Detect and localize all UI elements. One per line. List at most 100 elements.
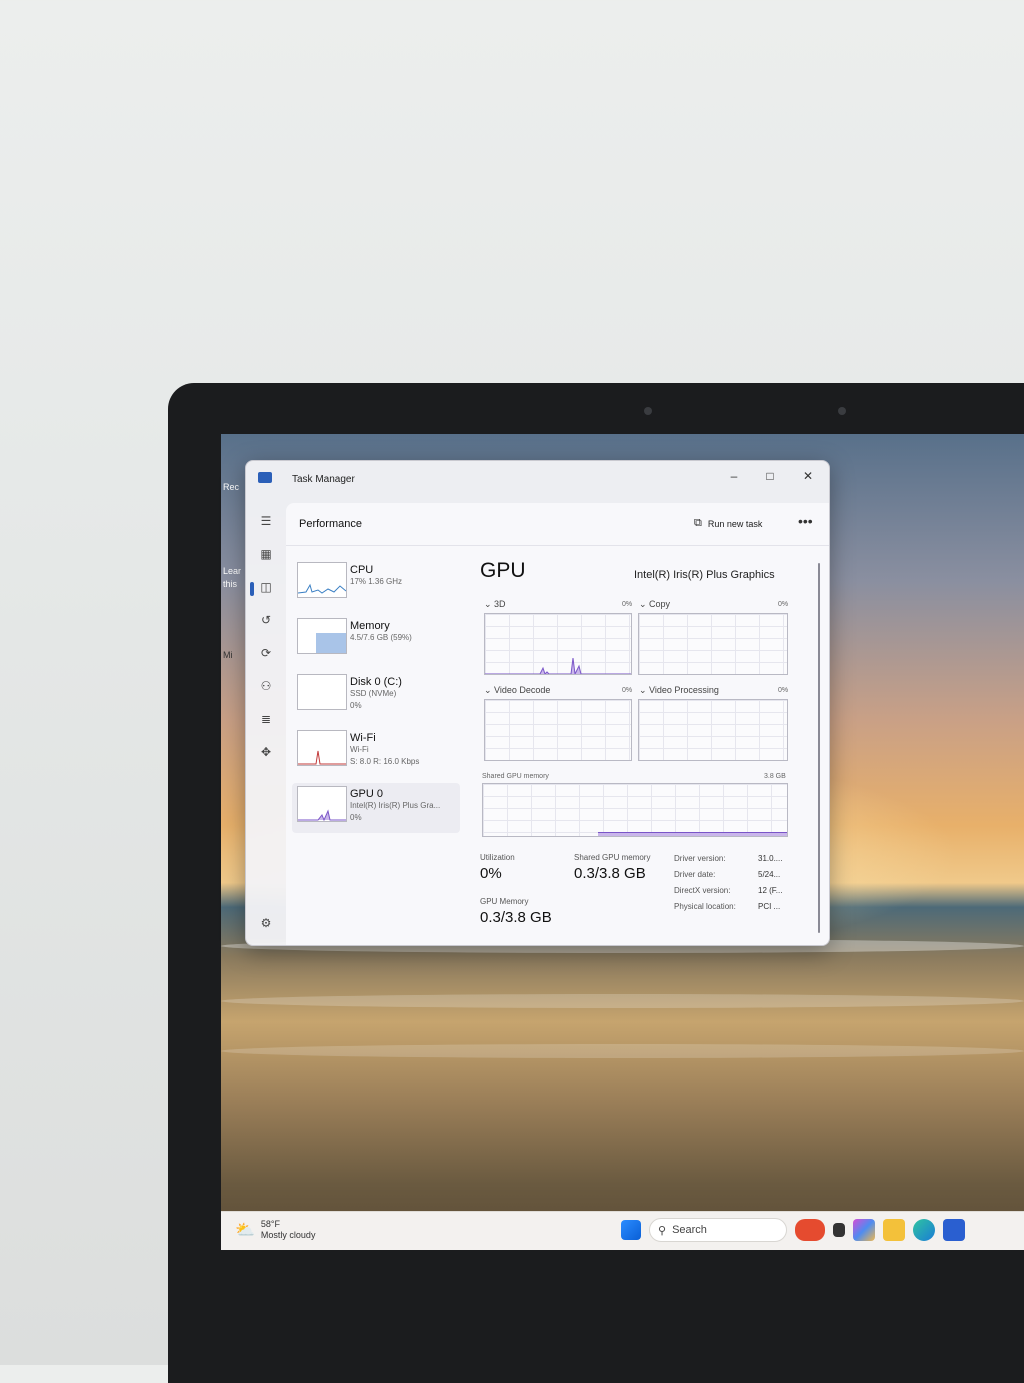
physical-location-value: PCI ...	[758, 902, 781, 911]
engine-copy-graph	[638, 613, 788, 675]
engine-3d-label[interactable]: ⌄ 3D	[484, 599, 506, 610]
driver-version-label: Driver version:	[674, 854, 726, 863]
title-bar[interactable]: Task Manager – □ ✕	[246, 461, 829, 503]
gpu-model-name: Intel(R) Iris(R) Plus Graphics	[634, 569, 775, 581]
close-button[interactable]: ✕	[790, 465, 826, 487]
details-icon[interactable]: ≣	[258, 711, 274, 727]
scrollbar[interactable]	[818, 563, 820, 933]
camera-sensor	[644, 407, 652, 415]
memory-thumbnail	[297, 618, 347, 654]
detail-title: GPU	[480, 559, 526, 582]
device-name: Disk 0 (C:)	[350, 676, 402, 688]
engine-3d-trace	[485, 657, 631, 676]
driver-date-value: 5/24...	[758, 870, 781, 879]
camera-lens	[838, 407, 846, 415]
performance-pane: Performance ⧉ Run new task ••• CPU 17% 1…	[286, 503, 829, 945]
engine-video-processing-label[interactable]: ⌄ Video Processing	[639, 685, 719, 696]
run-new-task-button[interactable]: ⧉ Run new task	[694, 517, 762, 530]
engine-video-decode-pct: 0%	[622, 687, 633, 694]
shared-mem-label: Shared GPU memory	[574, 853, 651, 862]
directx-version-value: 12 (F...	[758, 886, 783, 895]
device-stat: SSD (NVMe)	[350, 689, 397, 698]
device-stat: Wi-Fi	[350, 745, 369, 754]
file-explorer-icon[interactable]	[883, 1219, 905, 1241]
chili-widget-icon[interactable]	[795, 1219, 825, 1241]
device-stat: Intel(R) Iris(R) Plus Gra...	[350, 801, 441, 810]
device-stat: 4.5/7.6 GB (59%)	[350, 633, 412, 642]
device-item-cpu[interactable]: CPU 17% 1.36 GHz	[292, 559, 460, 609]
wallpaper-wave	[221, 1044, 1024, 1058]
device-name: CPU	[350, 564, 374, 576]
run-new-task-label: Run new task	[707, 518, 763, 529]
device-list: CPU 17% 1.36 GHz Memory 4.5/7.6 GB (59%)…	[292, 559, 460, 839]
engine-3d-graph	[484, 613, 632, 676]
disk-thumbnail	[297, 674, 347, 710]
engine-video-processing-graph	[638, 699, 788, 761]
more-options-button[interactable]: •••	[798, 513, 813, 529]
shared-mem-value: 0.3/3.8 GB	[574, 865, 646, 882]
engine-copy-pct: 0%	[778, 601, 789, 608]
taskbar: ⛅ 58°F Mostly cloudy ⚲ Search	[221, 1211, 1024, 1250]
page-title: Performance	[299, 518, 362, 530]
gpu-memory-label: GPU Memory	[480, 897, 529, 906]
performance-icon[interactable]: ◫	[258, 579, 274, 595]
engine-label-text: Copy	[649, 599, 671, 609]
users-icon[interactable]: ⚇	[258, 678, 274, 694]
desktop-icon-learn-label2[interactable]: this	[223, 579, 237, 589]
directx-version-label: DirectX version:	[674, 886, 731, 895]
hamburger-menu-icon[interactable]: ☰	[258, 513, 274, 529]
app-history-icon[interactable]: ↺	[258, 612, 274, 628]
start-icon[interactable]	[621, 1220, 641, 1240]
wallpaper-wave	[221, 994, 1024, 1008]
desktop-icon-edge-label[interactable]: Mi	[223, 650, 233, 660]
shared-memory-graph-max: 3.8 GB	[764, 773, 786, 780]
device-name: Memory	[350, 620, 390, 632]
utilization-value: 0%	[480, 865, 502, 882]
desktop-icon-learn-label[interactable]: Lear	[223, 566, 241, 576]
maximize-button[interactable]: □	[752, 465, 788, 487]
minimize-button[interactable]: –	[716, 465, 752, 487]
engine-3d-pct: 0%	[622, 601, 633, 608]
services-icon[interactable]: ✥	[258, 744, 274, 760]
engine-label-text: Video Decode	[494, 685, 551, 695]
engine-video-decode-label[interactable]: ⌄ Video Decode	[484, 685, 550, 696]
engine-video-decode-graph	[484, 699, 632, 761]
startup-apps-icon[interactable]: ⟳	[258, 645, 274, 661]
engine-copy-label[interactable]: ⌄ Copy	[639, 599, 670, 610]
nav-rail: ☰ ▦ ◫ ↺ ⟳ ⚇ ≣ ✥ ⚙	[246, 503, 286, 943]
run-task-icon: ⧉	[694, 517, 702, 529]
utilization-label: Utilization	[480, 853, 515, 862]
desktop-icon-recycle-bin[interactable]: Rec	[223, 482, 239, 492]
processes-icon[interactable]: ▦	[258, 546, 274, 562]
shared-memory-graph-label: Shared GPU memory	[482, 773, 549, 780]
copilot-icon[interactable]	[853, 1219, 875, 1241]
page-header: Performance ⧉ Run new task •••	[286, 503, 829, 546]
device-item-memory[interactable]: Memory 4.5/7.6 GB (59%)	[292, 615, 460, 665]
driver-version-value: 31.0....	[758, 854, 783, 863]
cpu-thumbnail	[297, 562, 347, 598]
device-item-wifi[interactable]: Wi-Fi Wi-Fi S: 8.0 R: 16.0 Kbps	[292, 727, 460, 777]
memory-fill	[316, 633, 346, 653]
task-manager-window: Task Manager – □ ✕ ☰ ▦ ◫ ↺ ⟳ ⚇ ≣ ✥ ⚙ Per…	[245, 460, 830, 946]
wifi-thumbnail	[297, 730, 347, 766]
search-icon: ⚲	[658, 1224, 667, 1237]
device-item-disk[interactable]: Disk 0 (C:) SSD (NVMe) 0%	[292, 671, 460, 721]
driver-date-label: Driver date:	[674, 870, 716, 879]
device-item-gpu[interactable]: GPU 0 Intel(R) Iris(R) Plus Gra... 0%	[292, 783, 460, 833]
physical-location-label: Physical location:	[674, 902, 736, 911]
device-stat-2: S: 8.0 R: 16.0 Kbps	[350, 757, 420, 766]
weather-temp: 58°F	[260, 1219, 281, 1229]
device-name: Wi-Fi	[350, 732, 376, 744]
nav-selected-indicator	[250, 582, 254, 596]
engine-label-text: Video Processing	[649, 685, 719, 695]
weather-widget[interactable]: ⛅ 58°F Mostly cloudy	[235, 1219, 315, 1241]
engine-label-text: 3D	[494, 599, 506, 609]
store-icon[interactable]	[943, 1219, 965, 1241]
task-view-icon[interactable]	[833, 1223, 845, 1237]
taskbar-search[interactable]: ⚲ Search	[649, 1218, 787, 1242]
device-stat: 17% 1.36 GHz	[350, 577, 403, 586]
device-name: GPU 0	[350, 788, 384, 800]
window-title: Task Manager	[292, 474, 355, 485]
settings-gear-icon[interactable]: ⚙	[258, 915, 274, 931]
edge-icon[interactable]	[913, 1219, 935, 1241]
